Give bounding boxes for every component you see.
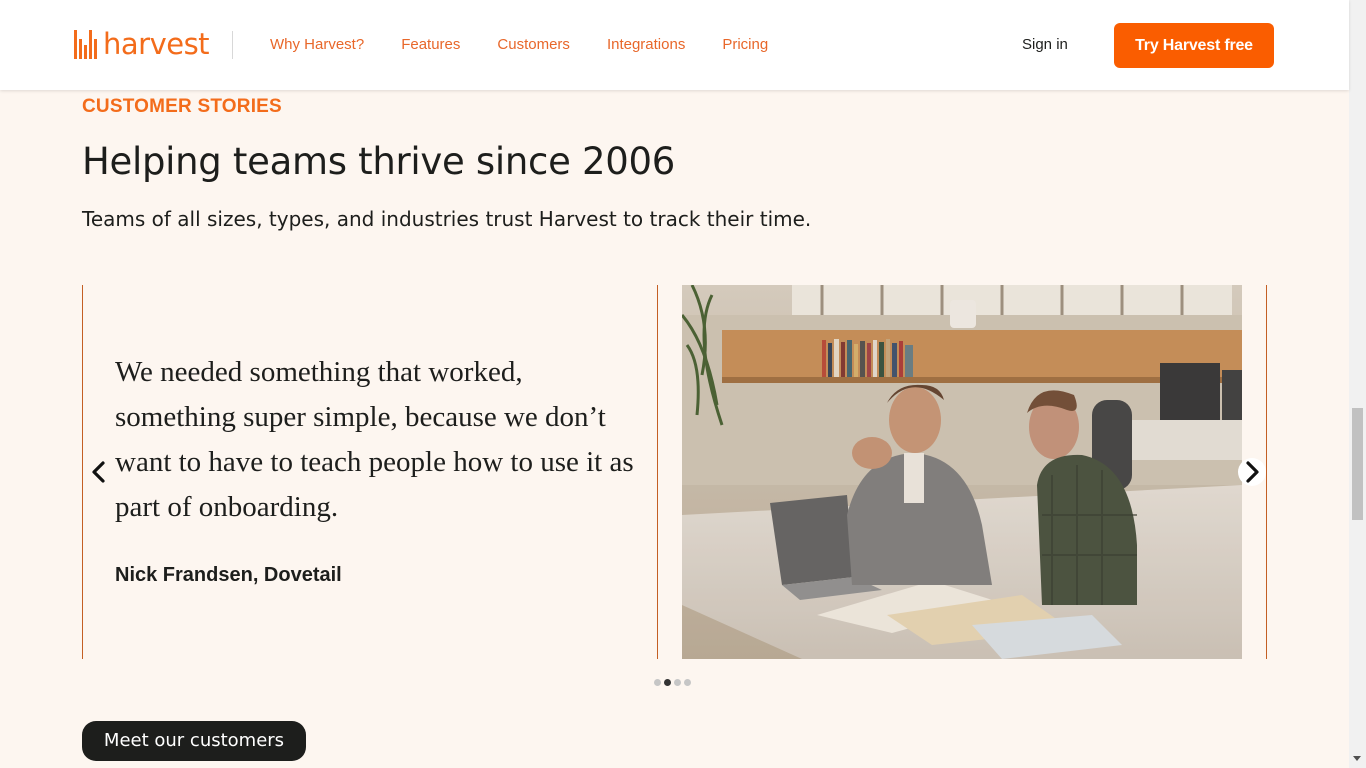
site-header: harvest Why Harvest? Features Customers … [0,0,1349,90]
carousel-prev-button[interactable] [86,458,112,486]
logo-wordmark: harvest [103,27,210,61]
section-subhead: Teams of all sizes, types, and industrie… [82,207,812,231]
carousel-pagination [654,679,691,686]
testimonial-quote: We needed something that worked, somethi… [115,356,634,523]
carousel-next-button[interactable] [1238,458,1266,486]
meet-our-customers-button[interactable]: Meet our customers [82,721,306,761]
testimonial-author: Nick Frandsen, Dovetail [115,564,342,586]
scroll-down-arrow-icon[interactable] [1353,756,1361,761]
section-eyebrow: CUSTOMER STORIES [82,96,282,117]
section-headline: Helping teams thrive since 2006 [82,140,675,183]
nav-customers[interactable]: Customers [497,36,570,54]
page-scrollbar[interactable] [1349,0,1366,768]
main-nav: Why Harvest? Features Customers Integrat… [270,36,805,54]
carousel-dot-1[interactable] [654,679,661,686]
scrollbar-thumb[interactable] [1352,408,1363,520]
customer-photo [682,285,1242,659]
nav-why-harvest[interactable]: Why Harvest? [270,36,364,54]
slide-border-right [1266,285,1267,659]
chevron-left-icon [92,461,105,483]
carousel-dot-3[interactable] [674,679,681,686]
header-divider [232,31,233,59]
carousel-dot-4[interactable] [684,679,691,686]
nav-integrations[interactable]: Integrations [607,36,685,54]
carousel-dot-2[interactable] [664,679,671,686]
chevron-right-icon [1246,461,1259,483]
harvest-logo[interactable]: harvest [74,27,210,61]
try-harvest-free-button[interactable]: Try Harvest free [1114,23,1274,68]
slide-border-left [82,285,83,659]
sign-in-link[interactable]: Sign in [1022,36,1068,54]
nav-features[interactable]: Features [401,36,460,54]
nav-pricing[interactable]: Pricing [722,36,768,54]
harvest-logo-icon [74,30,97,59]
slide-border-mid [657,285,658,659]
